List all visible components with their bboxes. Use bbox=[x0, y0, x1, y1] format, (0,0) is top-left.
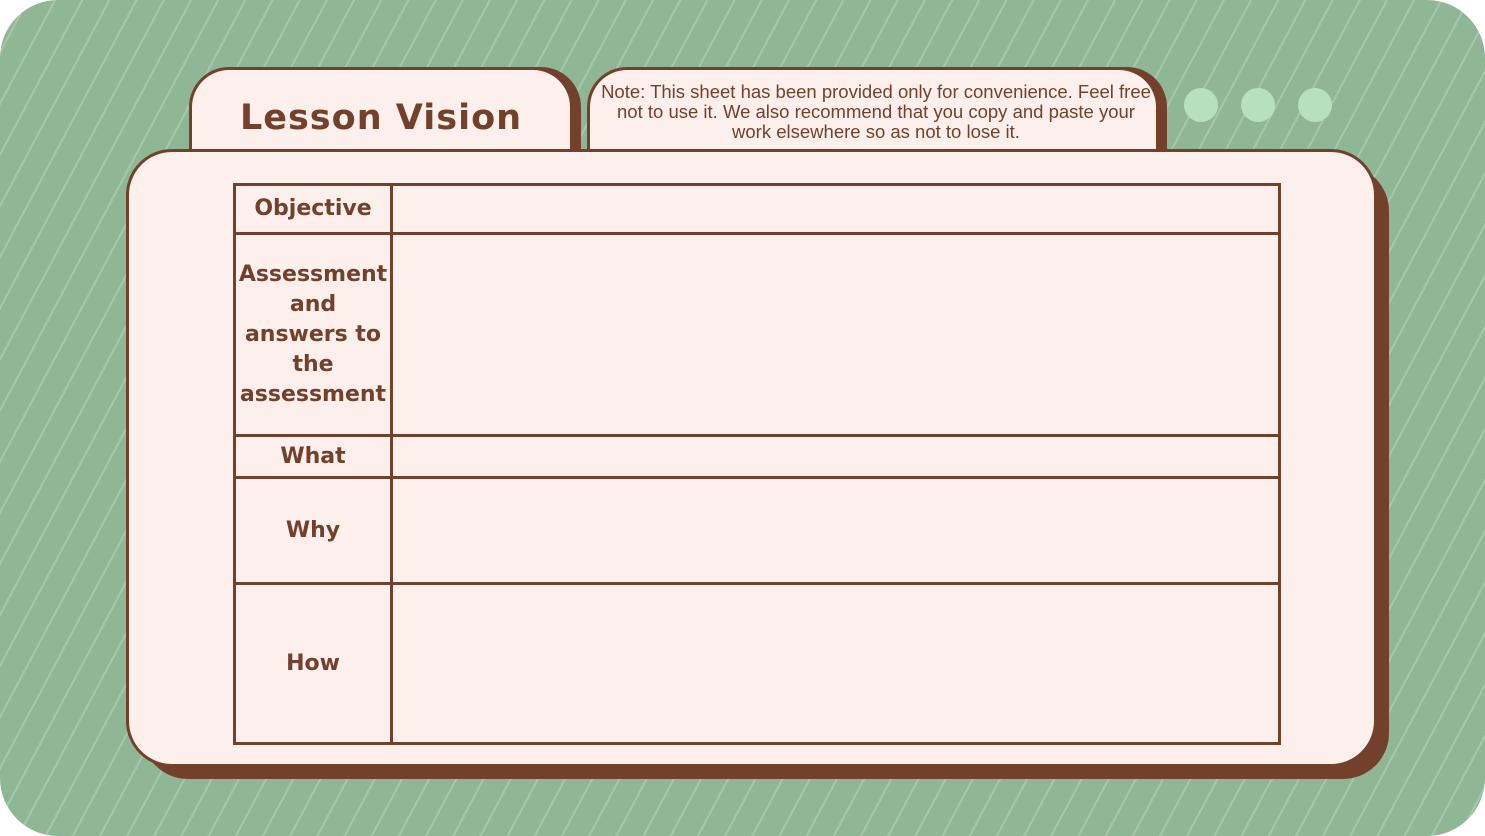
assessment-field[interactable] bbox=[390, 232, 1281, 437]
row-label-what: What bbox=[233, 434, 393, 479]
what-field[interactable] bbox=[390, 434, 1281, 479]
note-text: Note: This sheet has been provided only … bbox=[601, 81, 1151, 142]
table-row-what: What bbox=[233, 434, 1281, 479]
row-label-why: Why bbox=[233, 476, 393, 585]
table-row-how: How bbox=[233, 582, 1281, 745]
why-field[interactable] bbox=[390, 476, 1281, 585]
how-field[interactable] bbox=[390, 582, 1281, 745]
table-row-objective: Objective bbox=[233, 183, 1281, 235]
row-label-how: How bbox=[233, 582, 393, 745]
decor-dot bbox=[1184, 88, 1218, 122]
objective-field[interactable] bbox=[390, 183, 1281, 235]
table-row-why: Why bbox=[233, 476, 1281, 585]
table-row-assessment: Assessment and answers to the assessment bbox=[233, 232, 1281, 437]
row-label-objective: Objective bbox=[233, 183, 393, 235]
row-label-assessment: Assessment and answers to the assessment bbox=[233, 232, 393, 437]
page-title: Lesson Vision bbox=[239, 98, 523, 138]
decor-dot bbox=[1241, 88, 1275, 122]
lesson-vision-table: Objective Assessment and answers to the … bbox=[233, 183, 1281, 745]
slide-background: Lesson Vision Note: This sheet has been … bbox=[0, 0, 1485, 836]
decor-dot bbox=[1298, 88, 1332, 122]
